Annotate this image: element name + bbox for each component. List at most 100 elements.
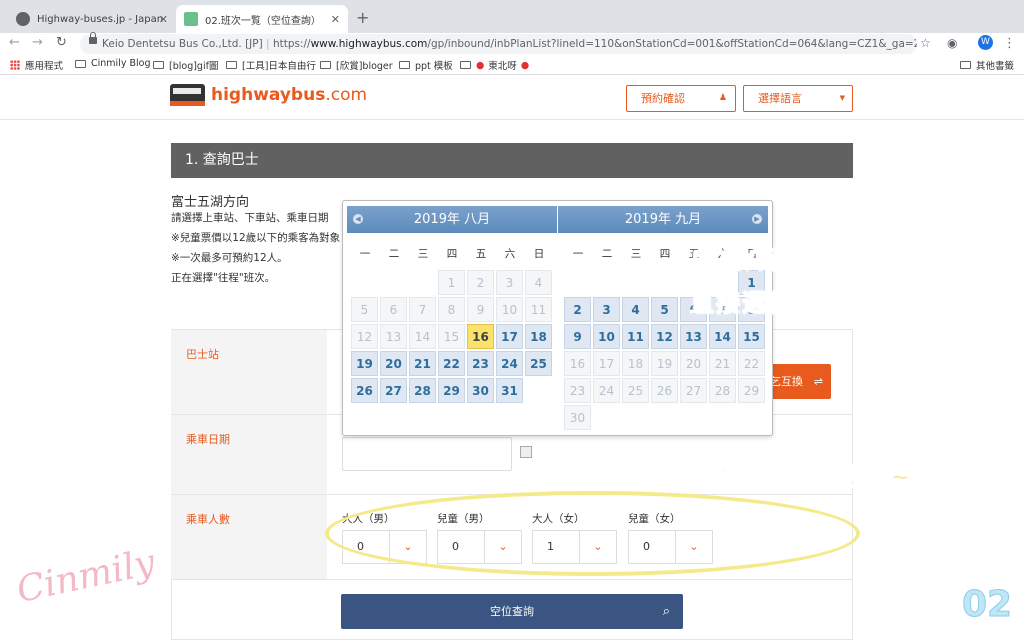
calendar-day[interactable]: 18: [525, 324, 552, 349]
calendar-day: 27: [680, 378, 707, 403]
calendar-day[interactable]: 17: [496, 324, 523, 349]
bookmark-item[interactable]: [工具]日本自由行: [226, 58, 316, 72]
prev-month-icon[interactable]: ◀: [353, 214, 363, 224]
station-label: 巴士站: [171, 330, 327, 414]
new-tab-button[interactable]: +: [356, 8, 369, 27]
info-line: 正在選擇"往程"班次。: [171, 272, 276, 284]
reservation-check-button[interactable]: 預約確認 ♟: [626, 85, 736, 112]
calendar-day[interactable]: 13: [680, 324, 707, 349]
section-title: 1. 查詢巴士: [171, 143, 853, 178]
calendar-day: 14: [409, 324, 436, 349]
calendar-day: 20: [680, 351, 707, 376]
folder-icon: [960, 61, 971, 69]
bookmark-item[interactable]: ● 東北呀 ●: [460, 58, 529, 72]
logo-suffix: .com: [325, 85, 368, 105]
weekday-header: 六: [504, 248, 516, 260]
reload-icon[interactable]: ↻: [56, 35, 67, 50]
site-favicon-icon: [184, 12, 198, 26]
folder-icon: [320, 61, 331, 69]
date-input[interactable]: [342, 437, 512, 471]
info-line: 請選擇上車站、下車站、乘車日期: [171, 212, 329, 224]
calendar-day[interactable]: 22: [438, 351, 465, 376]
weekday-header: 一: [359, 248, 371, 260]
calendar-day[interactable]: 19: [351, 351, 378, 376]
weekday-header: 二: [388, 248, 400, 260]
site-identity: Keio Dentetsu Bus Co.,Ltd. [JP]: [102, 38, 263, 50]
calendar-day[interactable]: 10: [593, 324, 620, 349]
calendar-day[interactable]: 5: [651, 297, 678, 322]
bookmark-apps[interactable]: 應用程式: [10, 58, 63, 72]
calendar-day: 15: [438, 324, 465, 349]
profile-avatar[interactable]: W: [978, 35, 993, 50]
calendar-image-icon[interactable]: [520, 446, 532, 458]
globe-icon: [16, 12, 30, 26]
calendar-day: 23: [564, 378, 591, 403]
address-bar[interactable]: Keio Dentetsu Bus Co.,Ltd. [JP] | https:…: [80, 34, 917, 54]
calendar-day: 19: [651, 351, 678, 376]
seat-search-button[interactable]: 空位查詢 ⌕: [341, 594, 683, 629]
lock-icon: [89, 32, 97, 44]
bookmark-item[interactable]: [欣賞]bloger: [320, 58, 393, 72]
calendar-day[interactable]: 24: [496, 351, 523, 376]
weekday-header: 日: [533, 248, 545, 260]
calendar-day[interactable]: 28: [409, 378, 436, 403]
calendar-day: 1: [438, 270, 465, 295]
forward-arrow-icon[interactable]: →: [32, 35, 43, 50]
menu-dots-icon[interactable]: ⋮: [1003, 36, 1016, 51]
close-tab-icon[interactable]: ✕: [159, 13, 168, 26]
calendar-day[interactable]: 4: [622, 297, 649, 322]
bookmark-item[interactable]: [blog]gif圖: [153, 58, 218, 72]
calendar-day: 21: [709, 351, 736, 376]
dropdown-caret-icon: ▼: [839, 94, 845, 102]
calendar-day[interactable]: 30: [467, 378, 494, 403]
calendar-day[interactable]: 14: [709, 324, 736, 349]
bookmark-item[interactable]: Cinmily Blog: [75, 58, 150, 69]
calendar-day[interactable]: 3: [593, 297, 620, 322]
calendar-day[interactable]: 9: [564, 324, 591, 349]
site-logo[interactable]: highwaybus.com: [170, 84, 367, 106]
calendar-day[interactable]: 20: [380, 351, 407, 376]
calendar-day[interactable]: 29: [438, 378, 465, 403]
calendar-day: 5: [351, 297, 378, 322]
calendar-day[interactable]: 12: [651, 324, 678, 349]
calendar-day[interactable]: 31: [496, 378, 523, 403]
row-divider: [171, 579, 853, 580]
tab-bus-list[interactable]: 02.班次一覧（空位查詢） ✕: [176, 5, 348, 33]
bookmark-item[interactable]: ppt 模板: [399, 58, 453, 72]
calendar-day[interactable]: 27: [380, 378, 407, 403]
calendar-day[interactable]: 15: [738, 324, 765, 349]
calendar-day[interactable]: 26: [351, 378, 378, 403]
back-arrow-icon[interactable]: ←: [9, 35, 20, 50]
tab-title: Highway-buses.jp - Japan: [37, 13, 164, 25]
calendar-day: 13: [380, 324, 407, 349]
calendar-day: 11: [525, 297, 552, 322]
folder-icon: [153, 61, 164, 69]
url-path: /gp/inbound/inbPlanList?lineId=110&onSta…: [427, 38, 917, 50]
star-icon[interactable]: ☆: [920, 36, 931, 50]
close-tab-icon[interactable]: ✕: [331, 13, 340, 26]
weekday-header: 三: [417, 248, 429, 260]
bookmark-other[interactable]: 其他書籤: [960, 58, 1014, 72]
calendar-day: 12: [351, 324, 378, 349]
calendar-day[interactable]: 23: [467, 351, 494, 376]
calendar-day: 29: [738, 378, 765, 403]
logo-main: highwaybus: [211, 85, 326, 105]
calendar-day[interactable]: 16: [467, 324, 494, 349]
calendar-day[interactable]: 2: [564, 297, 591, 322]
calendar-day: 17: [593, 351, 620, 376]
next-month-icon[interactable]: ▶: [752, 214, 762, 224]
page-number: 02: [961, 584, 1013, 626]
calendar-day[interactable]: 25: [525, 351, 552, 376]
language-select[interactable]: 選擇語言 ▼: [743, 85, 853, 112]
calendar-day[interactable]: 21: [409, 351, 436, 376]
calendar-day[interactable]: 11: [622, 324, 649, 349]
month-title-aug: 2019年 八月: [347, 206, 557, 233]
tab-highway-buses[interactable]: Highway-buses.jp - Japan ✕: [8, 5, 176, 33]
weekday-header: 四: [659, 248, 671, 260]
info-line: ※兒童票價以12歲以下的乘客為對象: [171, 232, 341, 244]
apps-grid-icon: [10, 60, 20, 70]
extension-icon[interactable]: ◉: [947, 36, 957, 50]
annotation-text: 日本大部分交通訂票會分男女~: [551, 462, 913, 491]
tab-title: 02.班次一覧（空位查詢）: [205, 15, 321, 27]
annotation-text: 直接選預計要去的日期: [689, 288, 950, 317]
